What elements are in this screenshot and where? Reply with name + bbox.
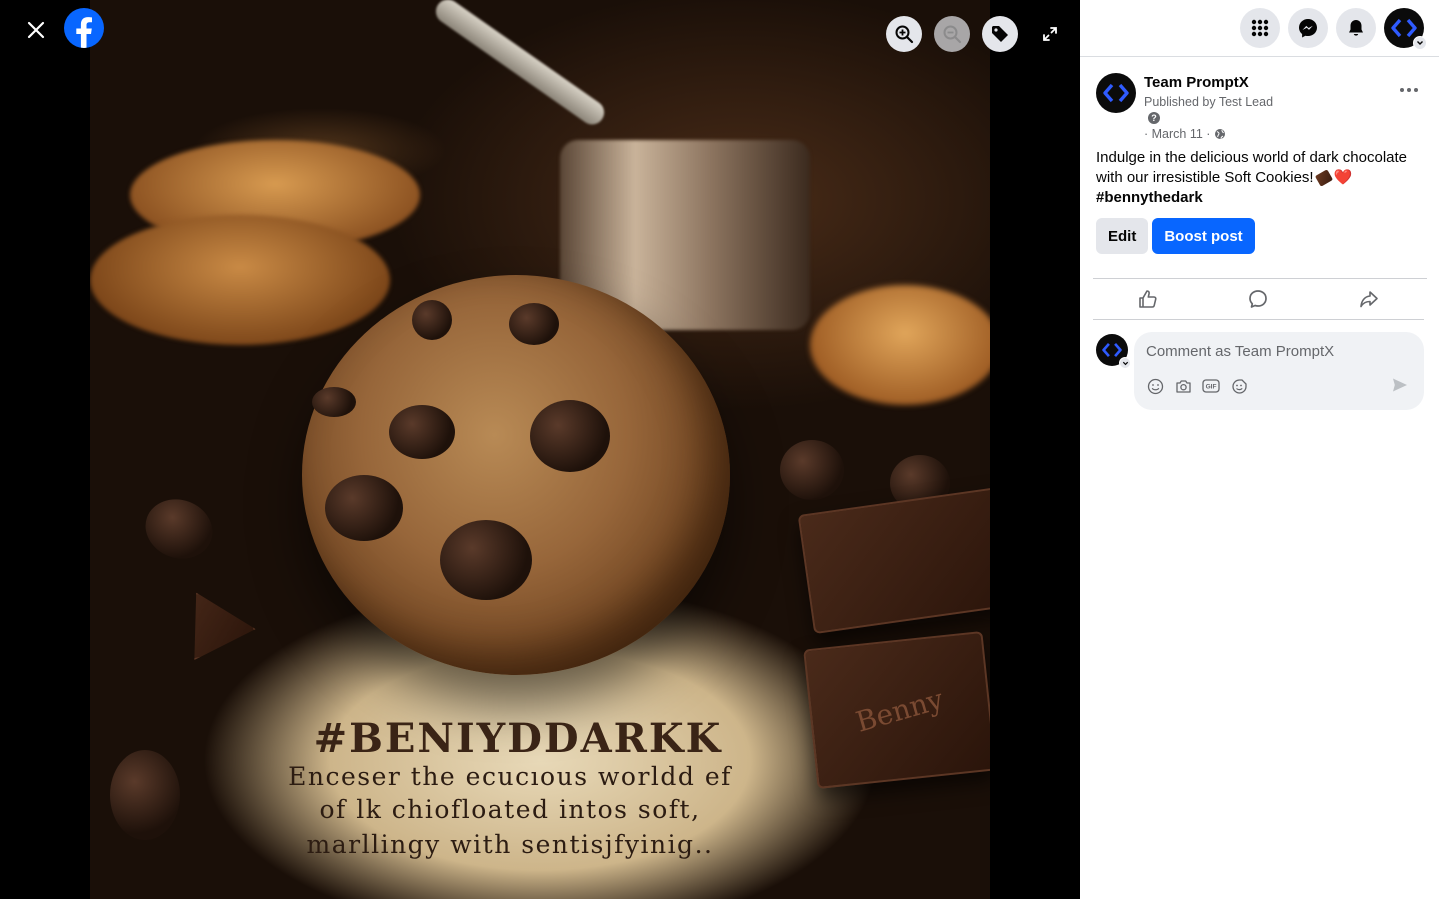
zoom-in-icon	[895, 25, 914, 44]
heart-emoji: ❤️	[1333, 169, 1353, 186]
gif-icon: GIF	[1202, 379, 1220, 393]
comment-button[interactable]	[1203, 281, 1313, 317]
chevron-down-icon	[1122, 361, 1128, 365]
post-options-button[interactable]	[1395, 80, 1423, 100]
zoom-out-icon	[943, 25, 962, 44]
photo-line-3: marllingy with sentisjfyinig..	[306, 830, 714, 859]
sticker-button[interactable]	[1230, 377, 1248, 395]
camera-icon	[1175, 379, 1191, 393]
chocolate-bar	[797, 485, 990, 635]
comment-input[interactable]: Comment as Team PromptX	[1146, 343, 1334, 360]
gif-button[interactable]: GIF	[1202, 377, 1220, 395]
promptx-logo-icon	[1102, 342, 1122, 358]
post-header: Team PromptX Published by Test Lead ? · …	[1096, 72, 1423, 144]
edit-button[interactable]: Edit	[1096, 218, 1149, 254]
comment-input-box[interactable]: Comment as Team PromptX GIF	[1134, 332, 1424, 410]
more-dot	[1414, 88, 1418, 92]
more-dot	[1407, 88, 1411, 92]
share-button[interactable]	[1314, 281, 1424, 317]
tag-icon	[992, 26, 1008, 42]
close-icon	[27, 21, 45, 39]
divider	[1093, 278, 1427, 279]
chocolate-chunk	[780, 440, 844, 500]
fullscreen-icon	[1043, 27, 1057, 41]
boost-post-button[interactable]: Boost post	[1152, 218, 1255, 254]
sticker-icon	[1231, 378, 1247, 394]
chocolate-chunk	[166, 585, 261, 662]
comment-composer: Comment as Team PromptX GIF	[1096, 332, 1424, 410]
promptx-logo-icon	[1103, 83, 1129, 103]
post-owner-actions: Edit Boost post	[1096, 218, 1255, 254]
post-photo[interactable]: Benny #BENIYDDARKK Enceser the ecucıous …	[90, 0, 990, 899]
more-dot	[1400, 88, 1404, 92]
main-cookie	[302, 275, 730, 675]
background-cookie	[810, 285, 990, 405]
photo-line-2: of lk chiofloated intos soft,	[319, 795, 701, 824]
fullscreen-button[interactable]	[1038, 22, 1062, 46]
like-button[interactable]	[1093, 281, 1203, 317]
help-icon[interactable]: ?	[1148, 112, 1160, 124]
messenger-icon	[1299, 19, 1317, 38]
promptx-logo-icon	[1391, 18, 1417, 38]
commenter-avatar[interactable]	[1096, 334, 1131, 369]
account-avatar-button[interactable]	[1384, 8, 1427, 50]
globe-icon[interactable]	[1214, 128, 1226, 140]
gif-text: GIF	[1206, 384, 1217, 391]
photo-attach-button[interactable]	[1174, 377, 1192, 395]
page-avatar[interactable]	[1096, 73, 1136, 113]
comment-tools: GIF	[1146, 377, 1248, 395]
menu-button[interactable]	[1240, 8, 1280, 48]
send-comment-button[interactable]	[1392, 377, 1410, 395]
page-name-link[interactable]: Team PromptX	[1144, 74, 1249, 91]
chevron-down-icon	[1417, 41, 1423, 45]
published-by-text: Published by Test Lead	[1144, 95, 1274, 109]
hashtag-link[interactable]: #bennythedark	[1096, 188, 1423, 208]
post-panel: Team PromptX Published by Test Lead ? · …	[1080, 0, 1439, 899]
top-navigation	[1080, 0, 1439, 57]
post-body: Indulge in the delicious world of dark c…	[1096, 148, 1423, 208]
notifications-icon	[1349, 20, 1363, 36]
post-meta: · March 11 ·	[1144, 127, 1226, 141]
account-menu-chevron	[1413, 36, 1427, 50]
photo-toolbar	[886, 16, 1018, 52]
photo-headline: #BENIYDDARKK	[313, 715, 723, 762]
post-date-link[interactable]: · March 11 ·	[1144, 127, 1210, 141]
notifications-button[interactable]	[1336, 8, 1376, 48]
background-spoon	[431, 0, 609, 130]
photo-viewer: Benny #BENIYDDARKK Enceser the ecucıous …	[0, 0, 1080, 899]
facebook-f-icon	[76, 17, 92, 48]
chocolate-bar-emoji	[1314, 169, 1333, 187]
reaction-bar	[1093, 281, 1424, 317]
divider	[1093, 319, 1424, 320]
messenger-button[interactable]	[1288, 8, 1328, 48]
zoom-in-button[interactable]	[886, 16, 922, 52]
facebook-logo[interactable]	[64, 8, 104, 48]
chocolate-chunk	[137, 490, 221, 568]
close-viewer-button[interactable]	[18, 12, 54, 48]
share-icon	[1360, 291, 1378, 308]
post-text: Indulge in the delicious world of dark c…	[1096, 149, 1408, 186]
photo-line-1: Enceser the ecucıous worldd ef	[288, 762, 732, 791]
background-cookie	[90, 215, 390, 345]
like-icon	[1139, 290, 1157, 308]
tag-photo-button[interactable]	[982, 16, 1018, 52]
emoji-icon	[1147, 378, 1163, 394]
emoji-button[interactable]	[1146, 377, 1164, 395]
commenter-switch-chevron	[1119, 357, 1131, 369]
zoom-out-button[interactable]	[934, 16, 970, 52]
menu-grid-icon	[1251, 19, 1269, 37]
comment-icon	[1249, 290, 1268, 308]
send-icon	[1393, 378, 1407, 392]
